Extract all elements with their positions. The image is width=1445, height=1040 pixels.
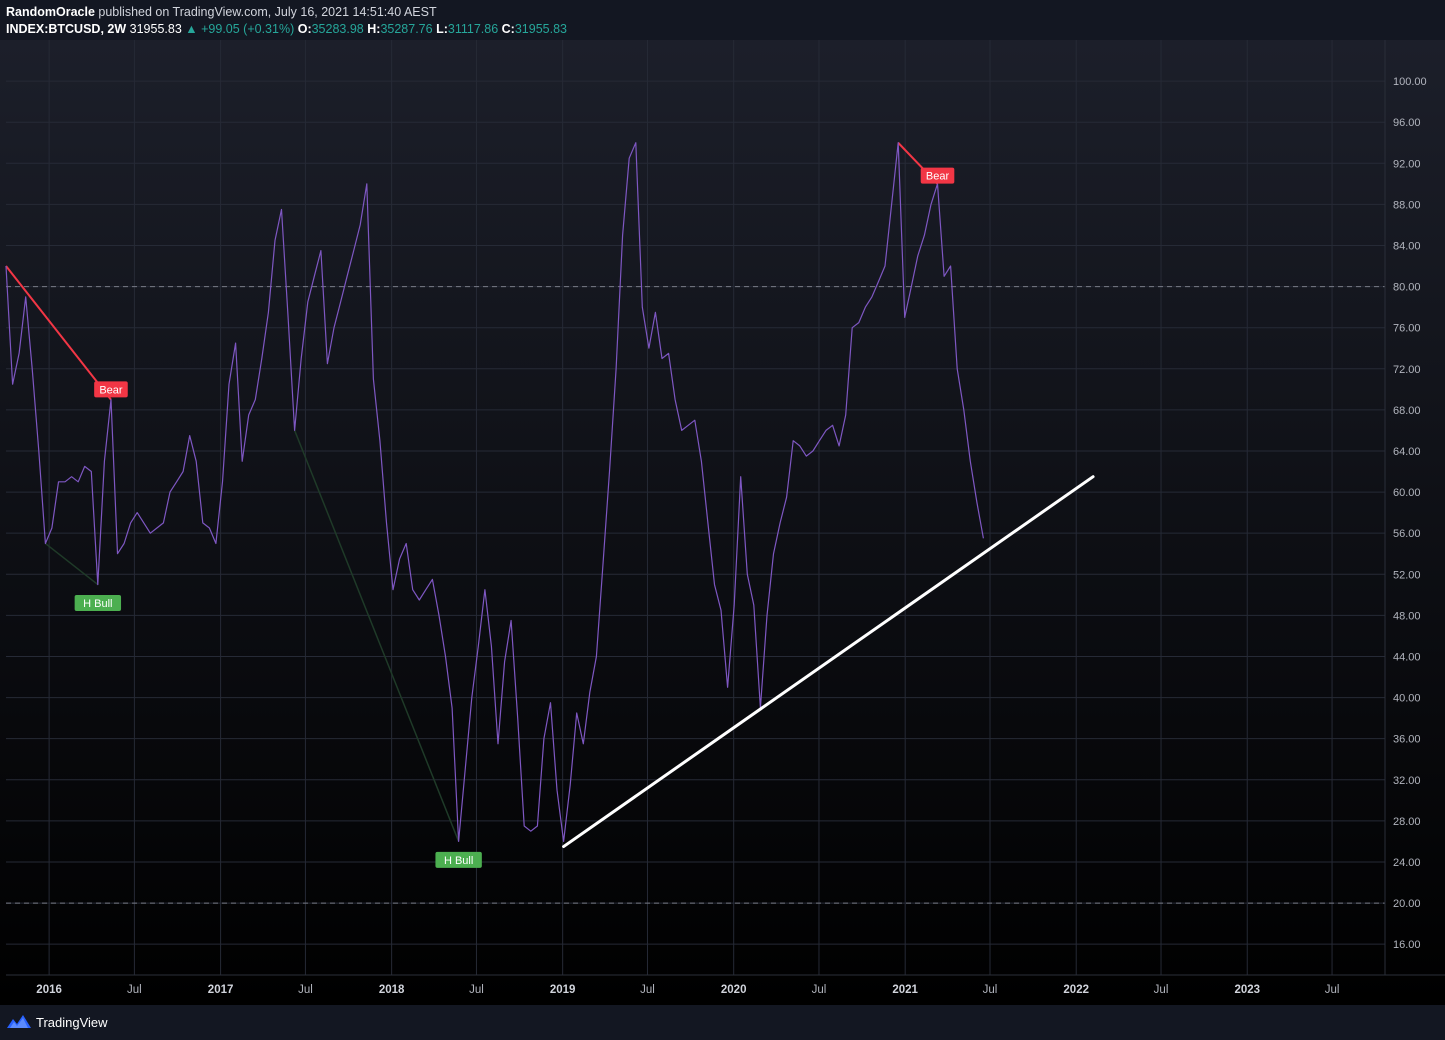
publish-info: RandomOracle published on TradingView.co… (6, 4, 437, 20)
x-tick-label: Jul (812, 984, 827, 996)
y-tick-label: 92.00 (1393, 158, 1421, 170)
y-tick-label: 40.00 (1393, 693, 1421, 705)
close-label: C: (501, 22, 515, 36)
y-tick-label: 36.00 (1393, 734, 1421, 746)
open-label: O: (297, 22, 312, 36)
x-tick-label: 2018 (379, 984, 405, 996)
x-tick-label: 2023 (1234, 984, 1260, 996)
rsi-chart[interactable]: Bear H Bull H Bull Bear 16.00 20.00 24.00 28.0… (0, 40, 1445, 1005)
brand-name[interactable]: TradingView (36, 1015, 108, 1030)
y-tick-label: 68.00 (1393, 405, 1421, 417)
label-text: H Bull (83, 598, 112, 610)
last-price: 31955.83 (129, 22, 182, 36)
price-change: ▲ +99.05 (+0.31%) (185, 22, 295, 36)
x-tick-label: 2020 (721, 984, 747, 996)
x-tick-label: 2022 (1063, 984, 1089, 996)
x-tick-label: 2019 (550, 984, 576, 996)
x-tick-label: Jul (1154, 984, 1169, 996)
x-tick-label: Jul (469, 984, 484, 996)
label-text: Bear (926, 171, 950, 183)
y-tick-label: 64.00 (1393, 446, 1421, 458)
y-tick-label: 60.00 (1393, 487, 1421, 499)
y-tick-label: 28.00 (1393, 816, 1421, 828)
bull-label: H Bull (74, 595, 122, 612)
y-tick-label: 84.00 (1393, 240, 1421, 252)
y-tick-label: 48.00 (1393, 610, 1421, 622)
tradingview-logo-icon[interactable] (6, 1013, 32, 1031)
y-tick-label: 72.00 (1393, 364, 1421, 376)
footer: TradingView (6, 1010, 108, 1034)
x-tick-label: 2017 (208, 984, 234, 996)
label-text: Bear (99, 384, 123, 396)
y-tick-label: 56.00 (1393, 528, 1421, 540)
y-tick-label: 80.00 (1393, 282, 1421, 294)
y-tick-label: 44.00 (1393, 651, 1421, 663)
bear-label: Bear (94, 381, 128, 398)
ohlc-legend: INDEX:BTCUSD, 2W 31955.83 ▲ +99.05 (+0.3… (6, 21, 567, 37)
y-tick-label: 100.00 (1393, 76, 1427, 88)
low-label: L: (436, 22, 448, 36)
y-tick-label: 96.00 (1393, 117, 1421, 129)
x-tick-label: Jul (640, 984, 655, 996)
y-tick-label: 32.00 (1393, 775, 1421, 787)
y-tick-label: 52.00 (1393, 569, 1421, 581)
low-value: 31117.86 (447, 22, 499, 36)
x-tick-label: 2016 (36, 984, 62, 996)
y-tick-label: 24.00 (1393, 857, 1421, 869)
y-tick-label: 88.00 (1393, 199, 1421, 211)
symbol-label[interactable]: INDEX:BTCUSD, 2W (6, 22, 126, 36)
y-tick-label: 16.00 (1393, 939, 1421, 951)
plot-background (0, 40, 1445, 1005)
open-value: 35283.98 (311, 22, 364, 36)
x-tick-label: Jul (1325, 984, 1340, 996)
chart-area[interactable]: Bear H Bull H Bull Bear 16.00 20.00 24.00 28.0… (0, 40, 1445, 1005)
x-tick-label: Jul (983, 984, 998, 996)
y-tick-label: 20.00 (1393, 898, 1421, 910)
high-label: H: (367, 22, 381, 36)
author-name[interactable]: RandomOracle (6, 5, 95, 19)
high-value: 35287.76 (380, 22, 433, 36)
y-tick-label: 76.00 (1393, 323, 1421, 335)
x-tick-label: 2021 (892, 984, 918, 996)
bull-label: H Bull (435, 851, 482, 868)
x-tick-label: Jul (127, 984, 142, 996)
publish-date: published on TradingView.com, July 16, 2… (98, 5, 437, 19)
x-tick-label: Jul (298, 984, 313, 996)
bear-label: Bear (920, 167, 955, 184)
label-text: H Bull (444, 855, 473, 867)
close-value: 31955.83 (514, 22, 567, 36)
